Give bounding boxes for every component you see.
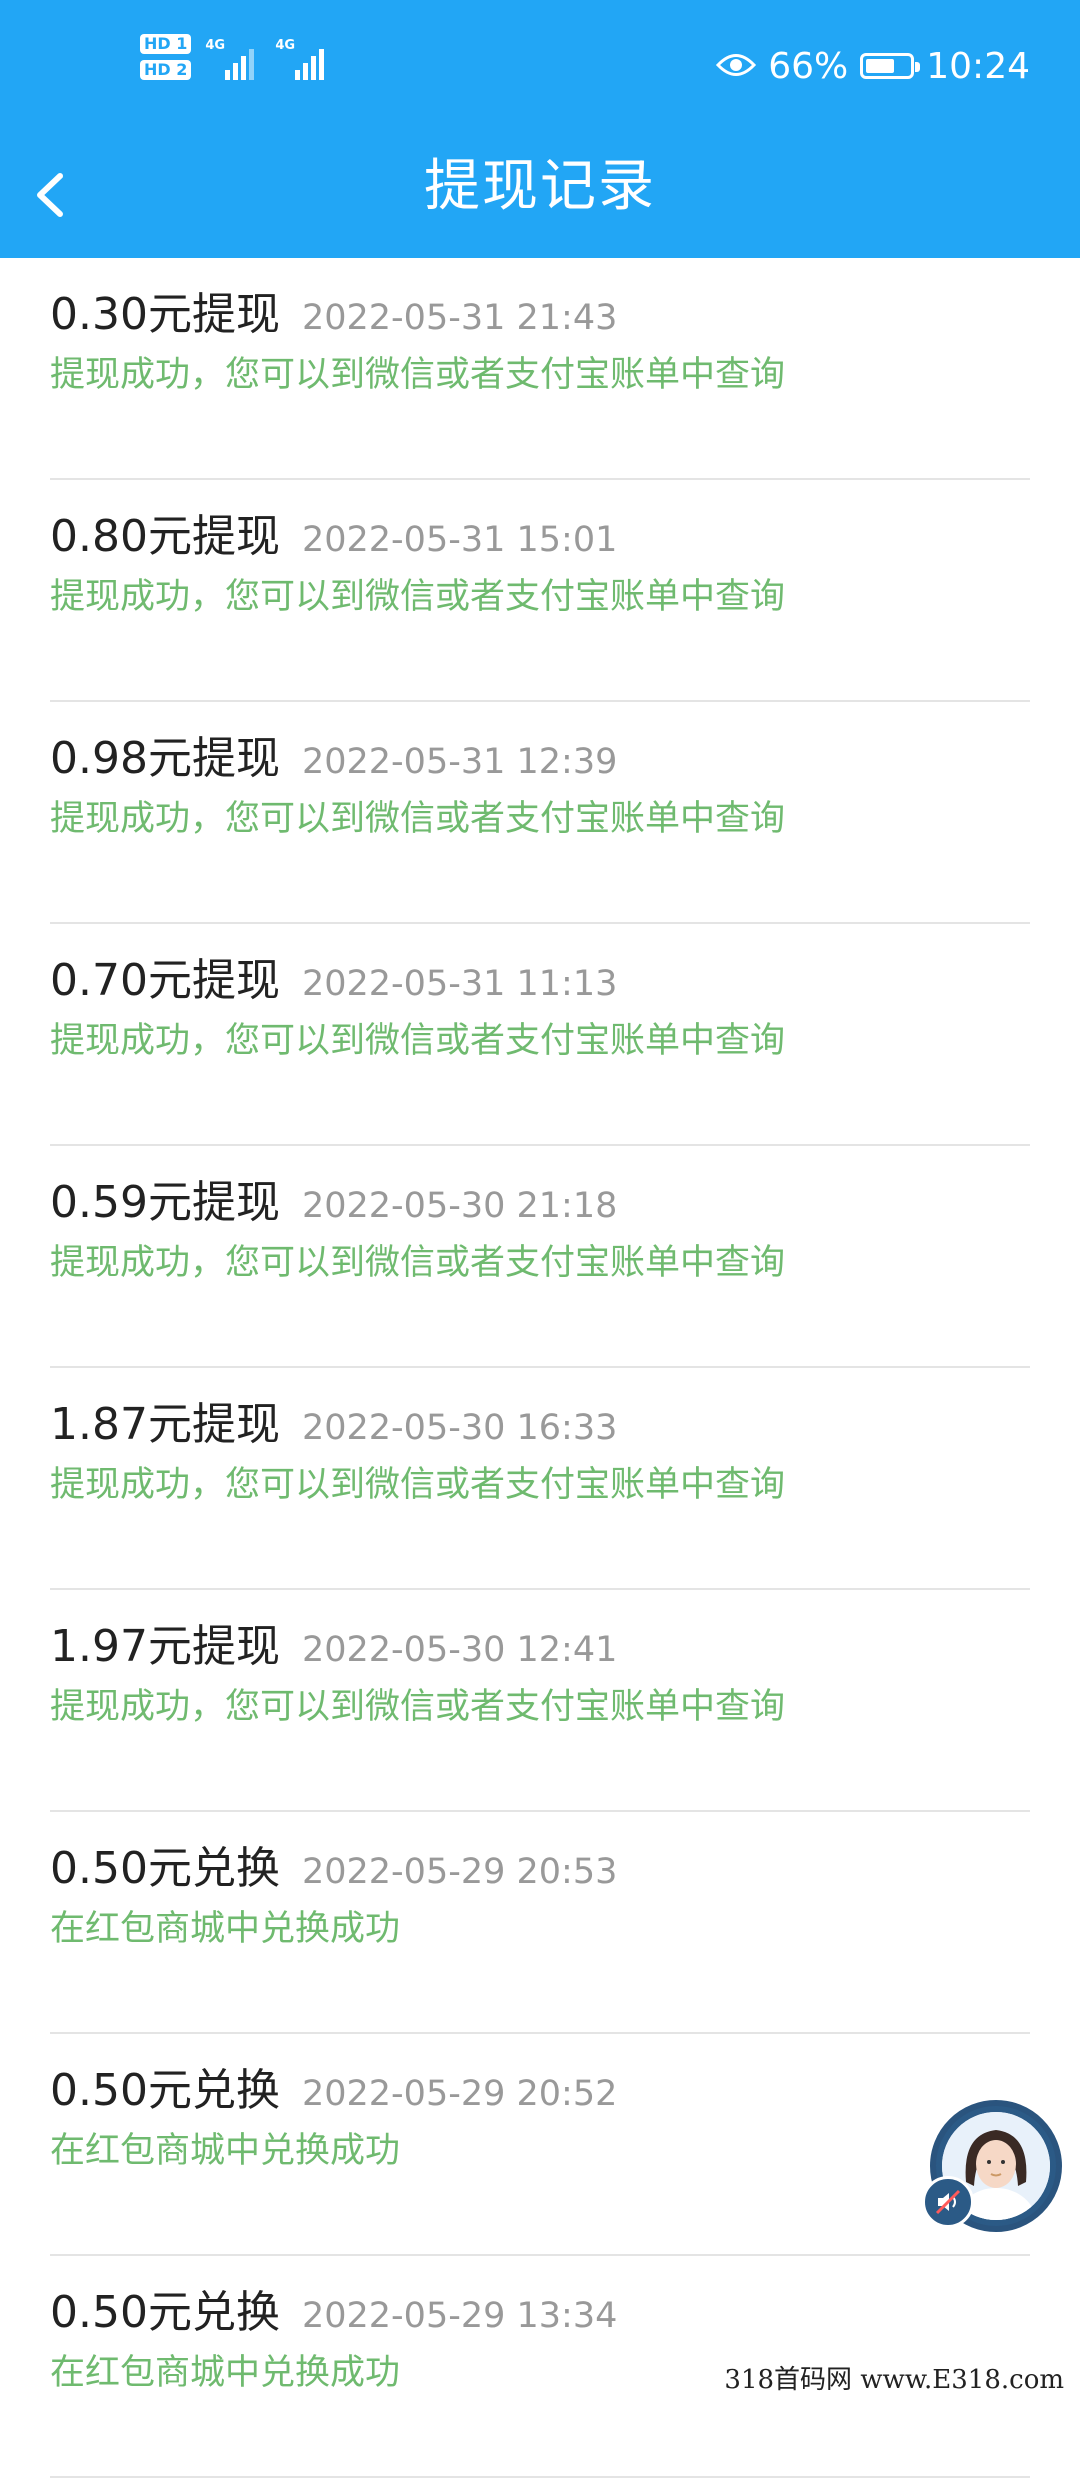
record-header: 0.50元兑换 2022-05-29 20:52 [50, 2054, 617, 2118]
record-datetime: 2022-05-29 20:52 [301, 2074, 618, 2114]
record-datetime: 2022-05-30 12:41 [301, 1630, 618, 1670]
hd1-badge: HD 1 [140, 34, 192, 54]
record-item: 0.50元兑换 2022-05-29 20:52 在红包商城中兑换成功 [0, 2034, 1080, 2256]
page-title: 提现记录 [424, 154, 656, 219]
hd2-badge: HD 2 [140, 60, 192, 80]
battery-icon [860, 53, 921, 79]
record-amount: 1.87元提现 [50, 1399, 280, 1450]
record-item: 1.87元提现 2022-05-30 16:33 提现成功，您可以到微信或者支付宝账… [0, 1368, 1080, 1590]
record-datetime: 2022-05-29 20:53 [301, 1852, 618, 1892]
record-item: 0.30元提现 2022-05-31 21:43 提现成功，您可以到微信或者支付宝账… [0, 258, 1080, 480]
signal-1-icon: 4G [205, 34, 261, 84]
record-amount: 0.50元兑换 [50, 1843, 280, 1894]
nav-bar: 提现记录 [0, 132, 1080, 258]
record-item: 0.50元兑换 2022-05-29 20:53 在红包商城中兑换成功 [0, 1812, 1080, 2034]
record-header: 0.59元提现 2022-05-30 21:18 [50, 1166, 617, 1230]
record-item: 0.80元提现 2022-05-31 15:01 提现成功，您可以到微信或者支付宝账… [0, 480, 1080, 702]
record-amount: 1.97元提现 [50, 1621, 280, 1672]
record-status: 提现成功，您可以到微信或者支付宝账单中查询 [50, 1465, 786, 1505]
record-status: 在红包商城中兑换成功 [50, 2131, 401, 2171]
record-header: 0.30元提现 2022-05-31 21:43 [50, 278, 617, 342]
record-status: 提现成功，您可以到微信或者支付宝账单中查询 [50, 577, 786, 617]
withdrawal-record-list[interactable]: 0.30元提现 2022-05-31 21:43 提现成功，您可以到微信或者支付宝账… [0, 258, 1080, 2478]
record-amount: 0.30元提现 [50, 289, 280, 340]
signal-2-icon: 4G [275, 34, 331, 84]
record-item: 0.59元提现 2022-05-30 21:18 提现成功，您可以到微信或者支付宝账… [0, 1146, 1080, 1368]
record-header: 0.50元兑换 2022-05-29 13:34 [50, 2276, 617, 2340]
record-status: 提现成功，您可以到微信或者支付宝账单中查询 [50, 1687, 786, 1727]
record-datetime: 2022-05-31 12:39 [301, 742, 618, 782]
record-status: 提现成功，您可以到微信或者支付宝账单中查询 [50, 799, 786, 839]
record-header: 0.98元提现 2022-05-31 12:39 [50, 722, 617, 786]
record-datetime: 2022-05-31 21:43 [301, 298, 618, 338]
battery-percent: 66% [768, 45, 849, 87]
record-datetime: 2022-05-29 13:34 [301, 2296, 618, 2336]
record-status: 提现成功，您可以到微信或者支付宝账单中查询 [50, 355, 786, 395]
status-right: 66% 10:24 [716, 44, 1030, 88]
record-header: 1.97元提现 2022-05-30 12:41 [50, 1610, 617, 1674]
record-datetime: 2022-05-31 11:13 [301, 964, 618, 1004]
clock: 10:24 [926, 45, 1030, 87]
record-item: 0.98元提现 2022-05-31 12:39 提现成功，您可以到微信或者支付宝账… [0, 702, 1080, 924]
record-status: 在红包商城中兑换成功 [50, 2353, 401, 2393]
watermark: 318首码网 www.E318.com [720, 2359, 1068, 2396]
record-amount: 0.50元兑换 [50, 2065, 280, 2116]
record-datetime: 2022-05-30 21:18 [301, 1186, 618, 1226]
record-amount: 0.50元兑换 [50, 2287, 280, 2338]
record-status: 提现成功，您可以到微信或者支付宝账单中查询 [50, 1243, 786, 1283]
status-bar: HD 1 HD 2 4G 4G 66% 10:24 [0, 0, 1080, 132]
mute-speaker-icon[interactable] [922, 2176, 974, 2228]
net2-label: 4G [275, 38, 296, 53]
record-header: 0.80元提现 2022-05-31 15:01 [50, 500, 617, 564]
record-item: 1.97元提现 2022-05-30 12:41 提现成功，您可以到微信或者支付宝账… [0, 1590, 1080, 1812]
record-amount: 0.80元提现 [50, 511, 280, 562]
record-datetime: 2022-05-30 16:33 [301, 1408, 618, 1448]
record-header: 1.87元提现 2022-05-30 16:33 [50, 1388, 617, 1452]
record-amount: 0.98元提现 [50, 733, 280, 784]
record-datetime: 2022-05-31 15:01 [301, 520, 618, 560]
signal-indicators: HD 1 HD 2 4G 4G [140, 34, 331, 94]
record-status: 提现成功，您可以到微信或者支付宝账单中查询 [50, 1021, 786, 1061]
record-header: 0.70元提现 2022-05-31 11:13 [50, 944, 617, 1008]
record-status: 在红包商城中兑换成功 [50, 1909, 401, 1949]
record-header: 0.50元兑换 2022-05-29 20:53 [50, 1832, 617, 1896]
eye-comfort-icon [716, 46, 757, 87]
record-amount: 0.59元提现 [50, 1177, 280, 1228]
net1-label: 4G [205, 38, 226, 53]
record-amount: 0.70元提现 [50, 955, 280, 1006]
record-item: 0.70元提现 2022-05-31 11:13 提现成功，您可以到微信或者支付宝账… [0, 924, 1080, 1146]
